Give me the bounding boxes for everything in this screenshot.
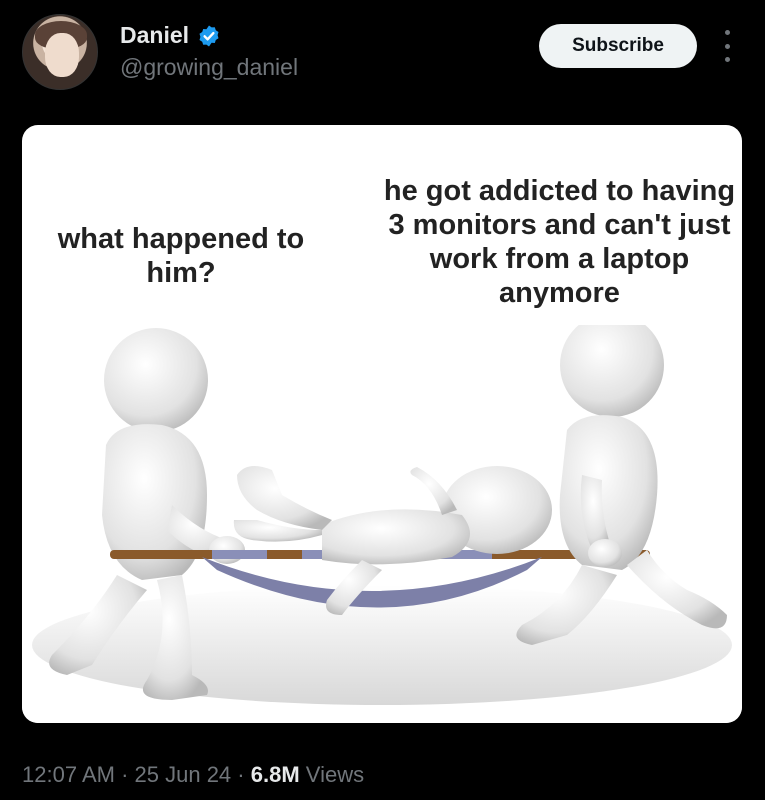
tweet-media-image[interactable]: what happened to him? he got addicted to… — [22, 125, 742, 723]
avatar[interactable] — [22, 14, 98, 90]
verified-badge-icon — [199, 25, 219, 46]
tweet-meta: 12:07 AM · 25 Jun 24 · 6.8M Views — [22, 762, 364, 788]
author-handle[interactable]: @growing_daniel — [120, 54, 298, 81]
tweet-header: Daniel @growing_daniel Subscribe — [0, 0, 765, 110]
more-vertical-icon[interactable] — [716, 30, 738, 62]
more-dot — [724, 57, 730, 62]
meme-caption-left: what happened to him? — [57, 223, 305, 289]
avatar-face — [45, 33, 79, 77]
tweet-date[interactable]: 25 Jun 24 — [135, 762, 232, 787]
views-count[interactable]: 6.8M — [251, 762, 300, 787]
meme-caption-right: he got addicted to having 3 monitors and… — [383, 175, 736, 309]
views-label: Views — [305, 762, 365, 787]
stretcher-illustration — [22, 325, 742, 723]
meta-separator: · — [237, 762, 245, 787]
author-name-row[interactable]: Daniel — [120, 22, 221, 49]
author-display-name[interactable]: Daniel — [120, 22, 189, 49]
more-dot — [724, 30, 730, 35]
meta-separator: · — [121, 762, 129, 787]
tweet-time[interactable]: 12:07 AM — [22, 762, 115, 787]
subscribe-button[interactable]: Subscribe — [539, 24, 697, 68]
more-dot — [724, 43, 730, 49]
